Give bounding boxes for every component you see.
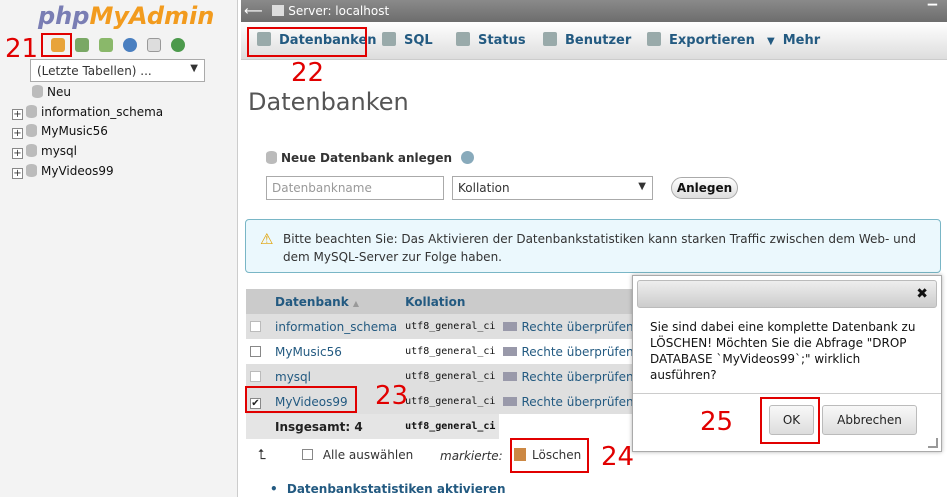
tab-export[interactable]: Exportieren: [647, 22, 755, 60]
annotation-number: 24: [601, 442, 635, 472]
tree-item-mymusic56[interactable]: + MyMusic56: [12, 122, 108, 141]
dialog-divider: [633, 393, 941, 394]
annotation-number: 25: [700, 407, 734, 437]
tab-status[interactable]: Status: [456, 22, 526, 60]
tree-item-mysql[interactable]: + mysql: [12, 142, 77, 161]
maximize-icon[interactable]: ▔: [928, 0, 937, 22]
database-icon: [26, 124, 37, 137]
dialog-message: Sie sind dabei eine komplette Datenbank …: [650, 320, 916, 382]
users-icon: [543, 32, 557, 46]
database-icon: [26, 144, 37, 157]
tab-sql[interactable]: SQL: [382, 22, 433, 60]
expand-icon[interactable]: +: [12, 109, 23, 120]
collation-value: utf8_general_ci: [401, 339, 500, 364]
header-check-col: [246, 289, 271, 314]
row-checkbox[interactable]: [250, 320, 261, 332]
select-all-arrow-icon: ⮤: [258, 447, 267, 463]
exit-icon[interactable]: [99, 38, 113, 52]
annotation-number: 22: [291, 58, 325, 88]
export-icon: [647, 32, 661, 46]
annotation-box-ok: [760, 397, 820, 444]
database-icon: [32, 85, 43, 98]
check-privileges-link[interactable]: Rechte überprüfen: [499, 364, 638, 389]
privileges-icon: [503, 321, 518, 331]
database-name[interactable]: information_schema: [271, 314, 402, 339]
row-checkbox[interactable]: [250, 370, 261, 382]
privileges-icon: [503, 396, 518, 406]
tab-users[interactable]: Benutzer: [543, 22, 631, 60]
select-all-checkbox[interactable]: [302, 449, 313, 460]
database-icon: [26, 105, 37, 118]
annotation-box-tab-databases: [247, 27, 367, 57]
resize-handle-icon[interactable]: [928, 438, 938, 448]
help-icon[interactable]: [461, 151, 475, 164]
phpmyadmin-logo[interactable]: phpMyAdmin: [38, 2, 214, 30]
collation-value: utf8_general_ci: [401, 389, 500, 414]
annotation-number: 21: [5, 34, 39, 64]
server-icon: [272, 5, 285, 16]
tab-more[interactable]: ▼ Mehr: [767, 22, 820, 60]
collation-value: utf8_general_ci: [401, 314, 500, 339]
table-row[interactable]: MyMusic56 utf8_general_ci Rechte überprü…: [246, 339, 638, 364]
annotation-number: 23: [375, 381, 409, 411]
expand-icon[interactable]: +: [12, 148, 23, 159]
annotation-box-myvideos99: [245, 386, 357, 413]
cancel-button[interactable]: Abbrechen: [822, 405, 917, 435]
column-header-collation[interactable]: Kollation: [401, 289, 500, 314]
database-name-input[interactable]: Datenbankname: [266, 176, 444, 200]
annotation-box-home: [41, 33, 72, 57]
header-action-col: [499, 289, 638, 314]
table-row[interactable]: information_schema utf8_general_ci Recht…: [246, 314, 638, 339]
chevron-down-icon: ▼: [190, 63, 198, 74]
database-icon: [266, 151, 277, 164]
expand-icon[interactable]: +: [12, 128, 23, 139]
tree-item-myvideos99[interactable]: + MyVideos99: [12, 162, 114, 181]
total-label: Insgesamt: 4: [271, 414, 402, 439]
create-database-button[interactable]: Anlegen: [671, 177, 738, 199]
collapse-arrow-icon[interactable]: ⟵: [244, 4, 263, 19]
marked-label: markierte:: [440, 449, 503, 463]
close-icon[interactable]: ✖: [916, 286, 928, 302]
reload-icon[interactable]: [171, 38, 185, 52]
tree-item-new[interactable]: Neu: [32, 83, 71, 102]
server-title[interactable]: Server: localhost: [288, 4, 389, 18]
privileges-icon: [503, 371, 518, 381]
help-icon[interactable]: [123, 38, 137, 52]
sort-asc-icon: ▲: [352, 298, 360, 308]
table-icon[interactable]: [75, 38, 89, 52]
total-collation: utf8_general_ci: [401, 414, 500, 439]
dialog-titlebar[interactable]: ✖: [637, 280, 937, 308]
check-privileges-link[interactable]: Rechte überprüfen: [499, 339, 638, 364]
check-privileges-link[interactable]: Rechte überprüfen: [499, 314, 638, 339]
recent-tables-select[interactable]: (Letzte Tabellen) ... ▼: [30, 59, 205, 82]
statistics-notice: ⚠ Bitte beachten Sie: Das Aktivieren der…: [245, 219, 941, 273]
row-checkbox[interactable]: [250, 345, 261, 357]
database-name[interactable]: MyMusic56: [271, 339, 402, 364]
sql-icon: [382, 32, 396, 46]
privileges-icon: [503, 346, 518, 356]
annotation-box-delete: [510, 438, 589, 473]
collation-select[interactable]: Kollation ▼: [452, 176, 653, 200]
warning-icon: ⚠: [260, 230, 274, 248]
chevron-down-icon: ▼: [767, 36, 775, 47]
check-privileges-link[interactable]: Rechte überprüfen: [499, 389, 638, 414]
enable-statistics-link[interactable]: • Datenbankstatistiken aktivieren: [270, 482, 505, 496]
chevron-down-icon: ▼: [638, 181, 646, 192]
navigation-sidebar: phpMyAdmin (Letzte Tabellen) ... ▼ Neu + i…: [0, 0, 238, 497]
docs-icon[interactable]: [147, 38, 161, 52]
select-all-control[interactable]: Alle auswählen: [302, 448, 413, 462]
expand-icon[interactable]: +: [12, 168, 23, 179]
database-icon: [26, 164, 37, 177]
create-database-heading: Neue Datenbank anlegen: [266, 151, 475, 165]
database-table: Datenbank ▲ Kollation information_schema…: [246, 289, 638, 439]
status-chart-icon: [456, 32, 470, 46]
total-row: Insgesamt: 4 utf8_general_ci: [246, 414, 638, 439]
server-breadcrumb-bar: ⟵ Server: localhost ▔: [241, 0, 947, 22]
tree-item-information-schema[interactable]: + information_schema: [12, 103, 163, 122]
page-title: Datenbanken: [248, 88, 409, 116]
column-header-database[interactable]: Datenbank ▲: [271, 289, 402, 314]
collation-value: utf8_general_ci: [401, 364, 500, 389]
